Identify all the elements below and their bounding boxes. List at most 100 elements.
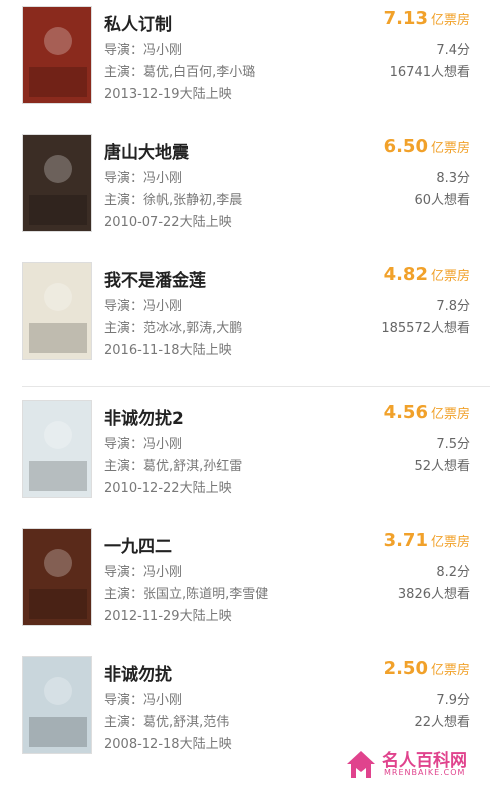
movie-director: 导演：冯小刚 bbox=[104, 39, 182, 58]
cast-prefix: 主演： bbox=[104, 715, 144, 730]
director-name: 冯小刚 bbox=[143, 171, 183, 186]
box-office-unit: 亿票房 bbox=[430, 407, 470, 422]
cast-names: 范冰冰,郭涛,大鹏 bbox=[143, 321, 243, 336]
movie-score: 8.3分 bbox=[436, 171, 470, 186]
house-logo-icon bbox=[347, 751, 375, 778]
movie-score: 7.8分 bbox=[436, 299, 470, 314]
director-prefix: 导演： bbox=[104, 437, 144, 452]
cast-names: 葛优,白百何,李小璐 bbox=[143, 65, 256, 80]
movie-title[interactable]: 私人订制 bbox=[104, 10, 172, 35]
movie-cast: 主演：葛优,舒淇,范伟 bbox=[104, 711, 229, 730]
movie-item[interactable]: 私人订制导演：冯小刚主演：葛优,白百何,李小璐 2013-12-19大陆上映 7.1… bbox=[0, 4, 500, 132]
movie-director: 导演：冯小刚 bbox=[104, 561, 182, 580]
release-suffix: 大陆上映 bbox=[179, 737, 232, 752]
movie-cast: 主演：葛优,白百何,李小璐 bbox=[104, 61, 255, 80]
movie-score: 8.2分 bbox=[436, 565, 470, 580]
release-suffix: 大陆上映 bbox=[179, 215, 232, 230]
box-office-unit: 亿票房 bbox=[430, 13, 470, 28]
release-suffix: 大陆上映 bbox=[179, 481, 232, 496]
director-name: 冯小刚 bbox=[143, 43, 183, 58]
movie-title[interactable]: 非诚勿扰 bbox=[104, 660, 172, 685]
release-date: 2013-12-19 bbox=[104, 87, 180, 102]
box-office-unit: 亿票房 bbox=[430, 141, 470, 156]
box-office-value: 7.13 bbox=[383, 8, 428, 29]
movie-title[interactable]: 唐山大地震 bbox=[104, 138, 189, 163]
release-date: 2010-12-22 bbox=[104, 481, 180, 496]
movie-title[interactable]: 一九四二 bbox=[104, 532, 172, 557]
cast-names: 徐帆,张静初,李晨 bbox=[143, 193, 243, 208]
release-date: 2010-07-22 bbox=[104, 215, 180, 230]
director-prefix: 导演： bbox=[104, 43, 144, 58]
movie-release: 2012-11-29大陆上映 bbox=[104, 605, 232, 624]
movie-poster[interactable] bbox=[22, 262, 92, 360]
director-prefix: 导演： bbox=[104, 693, 144, 708]
release-date: 2016-11-18 bbox=[104, 343, 180, 358]
cast-prefix: 主演： bbox=[104, 321, 144, 336]
box-office: 3.71 亿票房 bbox=[384, 530, 470, 551]
movie-item[interactable]: 一九四二导演：冯小刚主演：张国立,陈道明,李雪健 2012-11-29大陆上映 3.… bbox=[0, 526, 500, 654]
movie-cast: 主演：葛优,舒淇,孙红雷 bbox=[104, 455, 242, 474]
section-divider bbox=[22, 386, 490, 387]
want-to-watch-count: 185572人想看 bbox=[381, 321, 470, 336]
box-office: 6.50 亿票房 bbox=[384, 136, 470, 157]
director-name: 冯小刚 bbox=[143, 565, 183, 580]
release-suffix: 大陆上映 bbox=[179, 609, 232, 624]
box-office: 2.50 亿票房 bbox=[384, 658, 470, 679]
movie-title[interactable]: 非诚勿扰2 bbox=[104, 404, 184, 429]
cast-prefix: 主演： bbox=[104, 193, 144, 208]
cast-prefix: 主演： bbox=[104, 65, 144, 80]
director-prefix: 导演： bbox=[104, 299, 144, 314]
box-office: 4.82 亿票房 bbox=[384, 264, 470, 285]
watermark-logo: 名人百科网 MRENBAIKE.COM bbox=[342, 746, 492, 782]
movie-release: 2016-11-18大陆上映 bbox=[104, 339, 232, 358]
movie-release: 2013-12-19大陆上映 bbox=[104, 83, 232, 102]
movie-poster[interactable] bbox=[22, 400, 92, 498]
movie-release: 2008-12-18大陆上映 bbox=[104, 733, 232, 752]
movie-director: 导演：冯小刚 bbox=[104, 167, 182, 186]
director-name: 冯小刚 bbox=[143, 693, 183, 708]
release-date: 2012-11-29 bbox=[104, 609, 180, 624]
director-name: 冯小刚 bbox=[143, 437, 183, 452]
movie-poster[interactable] bbox=[22, 656, 92, 754]
movie-score: 7.9分 bbox=[436, 693, 470, 708]
cast-names: 葛优,舒淇,范伟 bbox=[143, 715, 230, 730]
movie-cast: 主演：范冰冰,郭涛,大鹏 bbox=[104, 317, 242, 336]
movie-title[interactable]: 我不是潘金莲 bbox=[104, 266, 206, 291]
release-suffix: 大陆上映 bbox=[179, 343, 232, 358]
director-prefix: 导演： bbox=[104, 565, 144, 580]
box-office-value: 2.50 bbox=[383, 658, 428, 679]
box-office-value: 3.71 bbox=[383, 530, 428, 551]
want-to-watch-count: 52人想看 bbox=[414, 459, 470, 474]
box-office-unit: 亿票房 bbox=[430, 269, 470, 284]
release-suffix: 大陆上映 bbox=[179, 87, 232, 102]
movie-item[interactable]: 唐山大地震导演：冯小刚主演：徐帆,张静初,李晨 2010-07-22大陆上映 6.5… bbox=[0, 132, 500, 260]
movie-poster[interactable] bbox=[22, 528, 92, 626]
movie-item[interactable]: 非诚勿扰2 导演：冯小刚主演：葛优,舒淇,孙红雷 2010-12-22大陆上映 4.5… bbox=[0, 398, 500, 526]
box-office: 4.56 亿票房 bbox=[384, 402, 470, 423]
director-name: 冯小刚 bbox=[143, 299, 183, 314]
want-to-watch-count: 3826人想看 bbox=[397, 587, 470, 602]
box-office-unit: 亿票房 bbox=[430, 663, 470, 678]
movie-item[interactable]: 我不是潘金莲导演：冯小刚主演：范冰冰,郭涛,大鹏 2016-11-18大陆上映 4.… bbox=[0, 260, 500, 388]
box-office: 7.13 亿票房 bbox=[384, 8, 470, 29]
movie-score: 7.5分 bbox=[436, 437, 470, 452]
movie-release: 2010-12-22大陆上映 bbox=[104, 477, 232, 496]
cast-names: 葛优,舒淇,孙红雷 bbox=[143, 459, 243, 474]
movie-director: 导演：冯小刚 bbox=[104, 433, 182, 452]
director-prefix: 导演： bbox=[104, 171, 144, 186]
release-date: 2008-12-18 bbox=[104, 737, 180, 752]
watermark-url: MRENBAIKE.COM bbox=[384, 768, 466, 777]
cast-names: 张国立,陈道明,李雪健 bbox=[143, 587, 269, 602]
movie-poster[interactable] bbox=[22, 134, 92, 232]
want-to-watch-count: 16741人想看 bbox=[389, 65, 470, 80]
box-office-value: 4.82 bbox=[383, 264, 428, 285]
movie-score: 7.4分 bbox=[436, 43, 470, 58]
movie-cast: 主演：徐帆,张静初,李晨 bbox=[104, 189, 242, 208]
movie-cast: 主演：张国立,陈道明,李雪健 bbox=[104, 583, 268, 602]
movie-poster[interactable] bbox=[22, 6, 92, 104]
box-office-value: 6.50 bbox=[383, 136, 428, 157]
want-to-watch-count: 22人想看 bbox=[414, 715, 470, 730]
box-office-unit: 亿票房 bbox=[430, 535, 470, 550]
want-to-watch-count: 60人想看 bbox=[414, 193, 470, 208]
movie-release: 2010-07-22大陆上映 bbox=[104, 211, 232, 230]
